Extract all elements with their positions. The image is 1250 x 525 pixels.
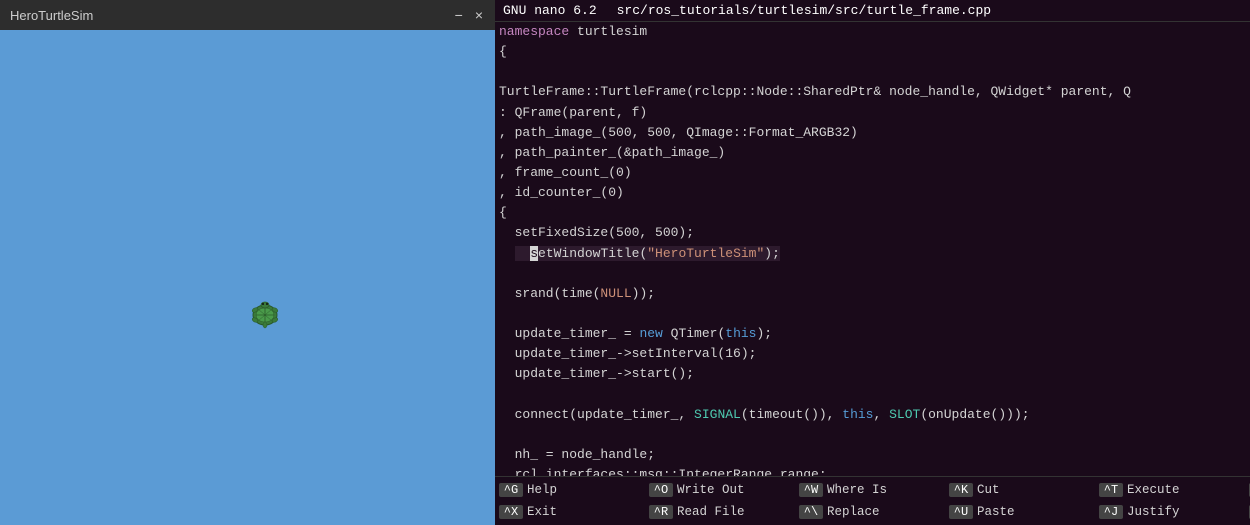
footer-cmd-execute: ^T Execute [1099, 483, 1249, 497]
label-write-out: Write Out [677, 483, 745, 497]
footer-cmd-help: ^G Help [499, 483, 649, 497]
nano-filepath: src/ros_tutorials/turtlesim/src/turtle_f… [617, 3, 991, 18]
nano-header: GNU nano 6.2 src/ros_tutorials/turtlesim… [495, 0, 1250, 22]
key-help: ^G [499, 483, 523, 497]
footer-cmd-cut: ^K Cut [949, 483, 1099, 497]
simulation-area [0, 30, 495, 525]
window-title: HeroTurtleSim [10, 8, 93, 23]
key-paste: ^U [949, 505, 973, 519]
code-editor-area[interactable]: namespace turtlesim { TurtleFrame::Turtl… [495, 22, 1250, 476]
footer-cmd-justify: ^J Justify [1099, 505, 1249, 519]
footer-row-2: ^X Exit ^R Read File ^\ Replace ^U Paste… [495, 501, 1250, 523]
key-write-out: ^O [649, 483, 673, 497]
key-where-is: ^W [799, 483, 823, 497]
nano-app-name: GNU nano 6.2 [503, 3, 597, 18]
footer-row-1: ^G Help ^O Write Out ^W Where Is ^K Cut … [495, 479, 1250, 501]
footer-cmd-write-out: ^O Write Out [649, 483, 799, 497]
footer-cmd-exit: ^X Exit [499, 505, 649, 519]
nano-editor: GNU nano 6.2 src/ros_tutorials/turtlesim… [495, 0, 1250, 525]
footer-cmd-paste: ^U Paste [949, 505, 1099, 519]
label-execute: Execute [1127, 483, 1180, 497]
key-exit: ^X [499, 505, 523, 519]
label-where-is: Where Is [827, 483, 887, 497]
sim-window: HeroTurtleSim − × [0, 0, 495, 525]
footer-cmd-replace: ^\ Replace [799, 505, 949, 519]
code-content: namespace turtlesim { TurtleFrame::Turtl… [499, 22, 1250, 476]
turtle-icon [245, 295, 285, 335]
label-help: Help [527, 483, 557, 497]
key-cut: ^K [949, 483, 973, 497]
title-bar: HeroTurtleSim − × [0, 0, 495, 30]
close-button[interactable]: × [473, 7, 485, 23]
key-execute: ^T [1099, 483, 1123, 497]
key-justify: ^J [1099, 505, 1123, 519]
minimize-button[interactable]: − [453, 7, 465, 23]
label-read-file: Read File [677, 505, 745, 519]
label-cut: Cut [977, 483, 1000, 497]
label-exit: Exit [527, 505, 557, 519]
key-read-file: ^R [649, 505, 673, 519]
footer-cmd-where-is: ^W Where Is [799, 483, 949, 497]
key-replace: ^\ [799, 505, 823, 519]
label-justify: Justify [1127, 505, 1180, 519]
label-paste: Paste [977, 505, 1015, 519]
footer-cmd-read-file: ^R Read File [649, 505, 799, 519]
label-replace: Replace [827, 505, 880, 519]
title-bar-controls: − × [453, 7, 485, 23]
nano-footer: ^G Help ^O Write Out ^W Where Is ^K Cut … [495, 476, 1250, 525]
turtle-sprite [245, 295, 285, 335]
